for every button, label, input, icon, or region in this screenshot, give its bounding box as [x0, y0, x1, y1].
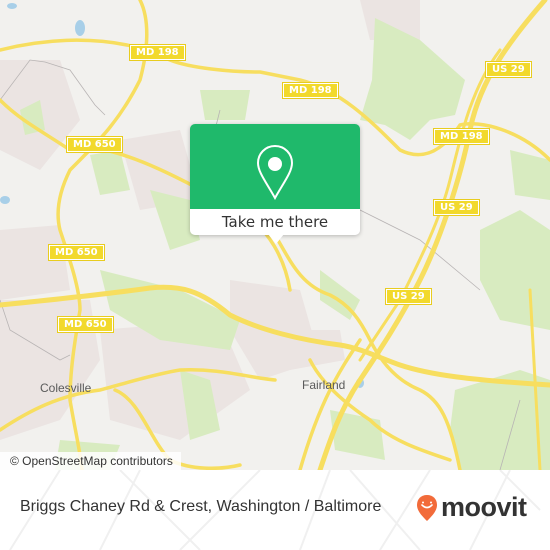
- stop-title: Briggs Chaney Rd & Crest, Washington / B…: [20, 498, 382, 515]
- moovit-pin-icon: [417, 494, 437, 521]
- road-shield-md650: MD 650: [66, 136, 123, 153]
- road-shield-md198: MD 198: [129, 44, 186, 61]
- footer: Briggs Chaney Rd & Crest, Washington / B…: [0, 470, 550, 550]
- moovit-wordmark: moovit: [441, 492, 527, 522]
- take-me-there-button[interactable]: Take me there: [190, 209, 360, 235]
- road-shield-md650: MD 650: [57, 316, 114, 333]
- road-shield-md198: MD 198: [282, 82, 339, 99]
- road-shield-md198: MD 198: [433, 128, 490, 145]
- moovit-logo[interactable]: moovit: [416, 492, 527, 523]
- place-label-colesville: Colesville: [40, 381, 92, 395]
- road-shield-us29: US 29: [485, 61, 532, 78]
- road-shield-us29: US 29: [385, 288, 432, 305]
- road-shield-md650: MD 650: [48, 244, 105, 261]
- place-label-fairland: Fairland: [302, 378, 346, 392]
- destination-popup[interactable]: Take me there: [190, 124, 360, 244]
- popup-header: [190, 124, 360, 209]
- road-shield-us29: US 29: [433, 199, 480, 216]
- popup-pointer: [268, 234, 284, 244]
- location-pin-icon: [256, 144, 294, 200]
- map-attribution[interactable]: © OpenStreetMap contributors: [0, 452, 181, 470]
